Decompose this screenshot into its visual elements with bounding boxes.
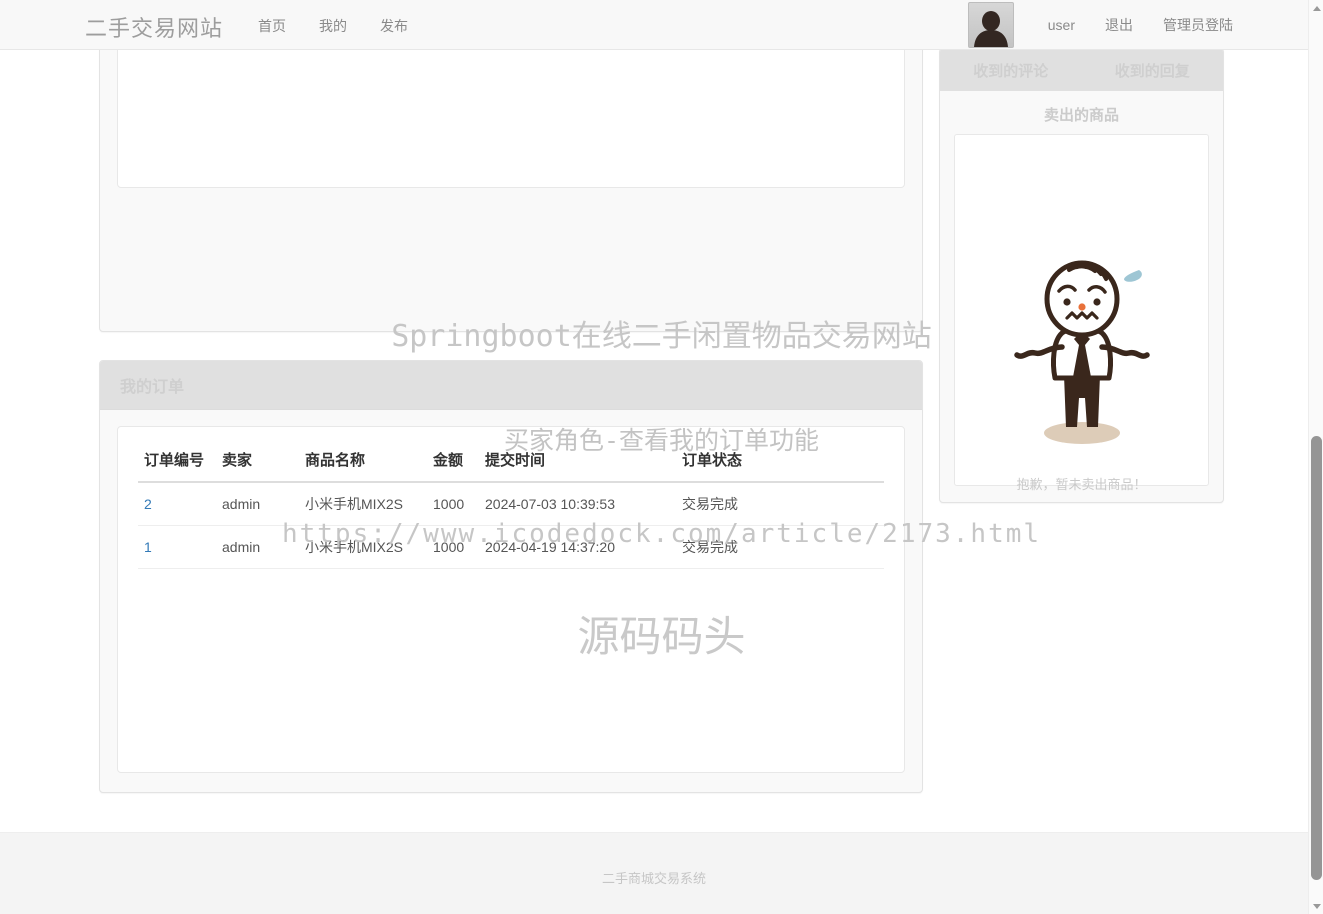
top-navbar: 二手交易网站 首页 我的 发布 user 退出 管理员登陆 <box>0 0 1308 50</box>
my-orders-body: 订单编号 卖家 商品名称 金额 提交时间 订单状态 2 admin 小米手机MI <box>100 410 922 791</box>
footer-text: 二手商城交易系统 <box>601 871 706 886</box>
order-product-name: 小米手机MIX2S <box>299 525 427 569</box>
scrollbar-thumb[interactable] <box>1311 436 1322 880</box>
page-viewport: 7 台式电脑Y150C 2024-04-19 14:34:44 在售 我的订单 <box>0 0 1323 914</box>
page-footer: 二手商城交易系统 <box>0 832 1308 914</box>
nav-home[interactable]: 首页 <box>258 16 286 36</box>
nav-links: 首页 我的 发布 <box>258 16 408 36</box>
order-status: 交易完成 <box>676 525 884 569</box>
sold-goods-empty-state: 抱歉，暂未卖出商品！ <box>954 134 1209 492</box>
tab-received-replies[interactable]: 收到的回复 <box>1082 60 1224 81</box>
page-scrollbar[interactable] <box>1308 0 1323 914</box>
sold-goods-body: 卖出的商品 抱歉，暂未卖出商品！ <box>940 91 1223 502</box>
order-id[interactable]: 1 <box>138 525 216 569</box>
nav-user-area: user 退出 管理员登陆 <box>967 0 1233 50</box>
nav-publish[interactable]: 发布 <box>380 16 408 36</box>
scroll-up-arrow-icon[interactable] <box>1309 0 1323 16</box>
table-row[interactable]: 1 admin 小米手机MIX2S 1000 2024-04-19 14:37:… <box>138 525 884 569</box>
sold-goods-empty-text: 抱歉，暂未卖出商品！ <box>1016 477 1147 492</box>
sold-goods-panel: 收到的评论 收到的回复 卖出的商品 抱歉，暂未卖出商品！ <box>939 48 1224 503</box>
order-submit-time: 2024-04-19 14:37:20 <box>479 525 676 569</box>
nav-mine[interactable]: 我的 <box>319 16 347 36</box>
scroll-down-arrow-icon[interactable] <box>1309 898 1323 914</box>
order-seller: admin <box>216 525 299 569</box>
sold-goods-title: 卖出的商品 <box>1043 107 1119 124</box>
tab-received-comments[interactable]: 收到的评论 <box>940 60 1082 81</box>
right-sidebar: 收到的评论 收到的回复 卖出的商品 抱歉，暂未卖出商品！ <box>939 48 1224 503</box>
site-brand[interactable]: 二手交易网站 <box>85 11 223 43</box>
order-product-name: 小米手机MIX2S <box>299 482 427 526</box>
col-seller: 卖家 <box>216 441 299 483</box>
col-submit-time: 提交时间 <box>479 441 676 483</box>
sad-person-illustration <box>1007 255 1157 460</box>
nav-username[interactable]: user <box>1048 17 1075 33</box>
order-submit-time: 2024-07-03 10:39:53 <box>479 482 676 526</box>
orders-header-row: 订单编号 卖家 商品名称 金额 提交时间 订单状态 <box>138 441 884 483</box>
order-amount: 1000 <box>427 525 479 569</box>
nav-admin-login[interactable]: 管理员登陆 <box>1163 15 1233 35</box>
my-orders-inner: 订单编号 卖家 商品名称 金额 提交时间 订单状态 2 admin 小米手机MI <box>117 426 905 773</box>
order-id[interactable]: 2 <box>138 482 216 526</box>
col-order-status: 订单状态 <box>676 441 884 483</box>
orders-table: 订单编号 卖家 商品名称 金额 提交时间 订单状态 2 admin 小米手机MI <box>138 441 884 569</box>
col-order-id: 订单编号 <box>138 441 216 483</box>
order-seller: admin <box>216 482 299 526</box>
orders-table-head: 订单编号 卖家 商品名称 金额 提交时间 订单状态 <box>138 441 884 483</box>
order-amount: 1000 <box>427 482 479 526</box>
nav-logout[interactable]: 退出 <box>1105 15 1133 35</box>
right-panel-tabs: 收到的评论 收到的回复 <box>940 49 1223 91</box>
order-status: 交易完成 <box>676 482 884 526</box>
col-product-name: 商品名称 <box>299 441 427 483</box>
my-orders-panel: 我的订单 订单编号 卖家 商品名称 金额 提交时间 订单状态 2 admin 小… <box>99 360 923 793</box>
user-avatar-icon[interactable] <box>967 2 1014 48</box>
col-amount: 金额 <box>427 441 479 483</box>
my-orders-title: 我的订单 <box>100 361 922 410</box>
orders-table-body: 2 admin 小米手机MIX2S 1000 2024-07-03 10:39:… <box>138 482 884 569</box>
table-row[interactable]: 2 admin 小米手机MIX2S 1000 2024-07-03 10:39:… <box>138 482 884 526</box>
